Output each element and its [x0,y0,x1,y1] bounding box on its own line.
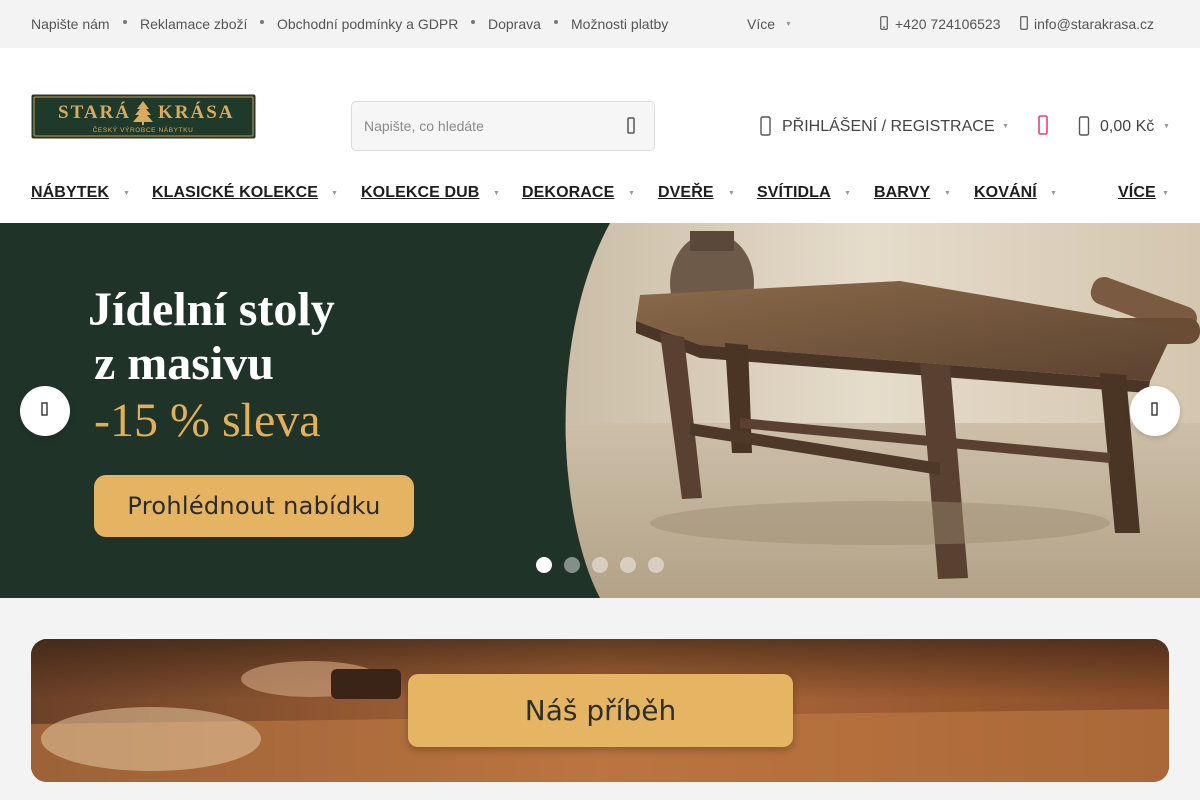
hero-carousel: Jídelní stoly z masivu -15 % sleva Prohl… [0,223,1200,598]
topbar-email-link[interactable]: info@starakrasa.cz [1034,16,1154,32]
chevron-left-icon [41,402,49,420]
chevron-down-icon: ▼ [1002,123,1009,130]
nav-item-hardware[interactable]: KOVÁNÍ [974,184,1037,202]
wishlist-button[interactable] [1034,114,1052,138]
chevron-down-icon: ▼ [1163,123,1170,130]
hero-title: Jídelní stoly z masivu [88,283,335,391]
chevron-down-icon: ▼ [785,21,792,28]
nav-item-decorations[interactable]: DEKORACE [522,184,614,202]
our-story-banner[interactable]: Náš příběh [31,639,1169,782]
heart-icon [1034,115,1052,142]
nav-item-classic-collections[interactable]: KLASICKÉ KOLEKCE [152,184,318,202]
hero-title-line2: z masivu [94,337,274,390]
separator-dot [554,20,558,24]
nav-item-more[interactable]: VÍCE [1118,184,1156,202]
chevron-down-icon: ▼ [728,190,735,197]
chevron-down-icon: ▼ [1162,190,1169,197]
chevron-down-icon: ▼ [493,190,500,197]
carousel-next-button[interactable] [1130,386,1180,436]
carousel-dot-4[interactable] [620,557,636,573]
chevron-down-icon: ▼ [844,190,851,197]
hero-cta-button[interactable]: Prohlédnout nabídku [94,475,414,537]
login-register-label: PŘIHLÁŠENÍ / REGISTRACE [782,118,995,135]
top-utility-bar: Napište nám Reklamace zboží Obchodní pod… [0,0,1200,48]
hero-sale-text: -15 % sleva [94,394,321,447]
carousel-dot-3[interactable] [592,557,608,573]
chevron-down-icon: ▼ [123,190,130,197]
carousel-dot-1[interactable] [536,557,552,573]
topbar-link-complaints[interactable]: Reklamace zboží [140,16,247,32]
hero-title-line1: Jídelní stoly [88,283,335,336]
topbar-link-shipping[interactable]: Doprava [488,16,541,32]
carousel-dot-2[interactable] [564,557,580,573]
nav-item-doors[interactable]: DVEŘE [658,184,714,202]
nav-item-oak-collection[interactable]: KOLEKCE DUB [361,184,479,202]
our-story-button[interactable]: Náš příběh [408,674,793,747]
cart-button[interactable]: 0,00 Kč ▼ [1078,112,1173,140]
phone-icon [880,16,888,33]
topbar-more-menu[interactable]: Více [747,16,775,32]
carousel-prev-button[interactable] [20,386,70,436]
cart-icon [1078,116,1090,141]
chevron-right-icon [1151,402,1159,420]
carousel-dot-5[interactable] [648,557,664,573]
chevron-down-icon: ▼ [944,190,951,197]
search-box [351,101,655,151]
email-icon [1020,16,1028,33]
search-icon[interactable] [620,115,642,137]
logo-wordmark-right: KRÁSA [158,101,235,123]
site-logo[interactable]: STARÁ KRÁSA ČESKÝ VÝROBCE NÁBYTKU [31,94,256,139]
nav-item-lights[interactable]: SVÍTIDLA [757,184,831,202]
topbar-link-contact[interactable]: Napište nám [31,16,110,32]
separator-dot [123,20,127,24]
topbar-link-terms-gdpr[interactable]: Obchodní podmínky a GDPR [277,16,458,32]
nav-item-furniture[interactable]: NÁBYTEK [31,184,109,202]
topbar-phone-link[interactable]: +420 724106523 [895,16,1001,32]
topbar-link-payment[interactable]: Možnosti platby [571,16,668,32]
logo-tagline: ČESKÝ VÝROBCE NÁBYTKU [93,125,194,134]
logo-wordmark-left: STARÁ [58,101,131,123]
search-input[interactable] [352,102,602,150]
separator-dot [471,20,475,24]
separator-dot [260,20,264,24]
nav-item-paints[interactable]: BARVY [874,184,930,202]
user-icon [760,116,772,141]
chevron-down-icon: ▼ [1050,190,1057,197]
cart-total-price: 0,00 Kč [1100,118,1155,135]
chevron-down-icon: ▼ [628,190,635,197]
chevron-down-icon: ▼ [331,190,338,197]
